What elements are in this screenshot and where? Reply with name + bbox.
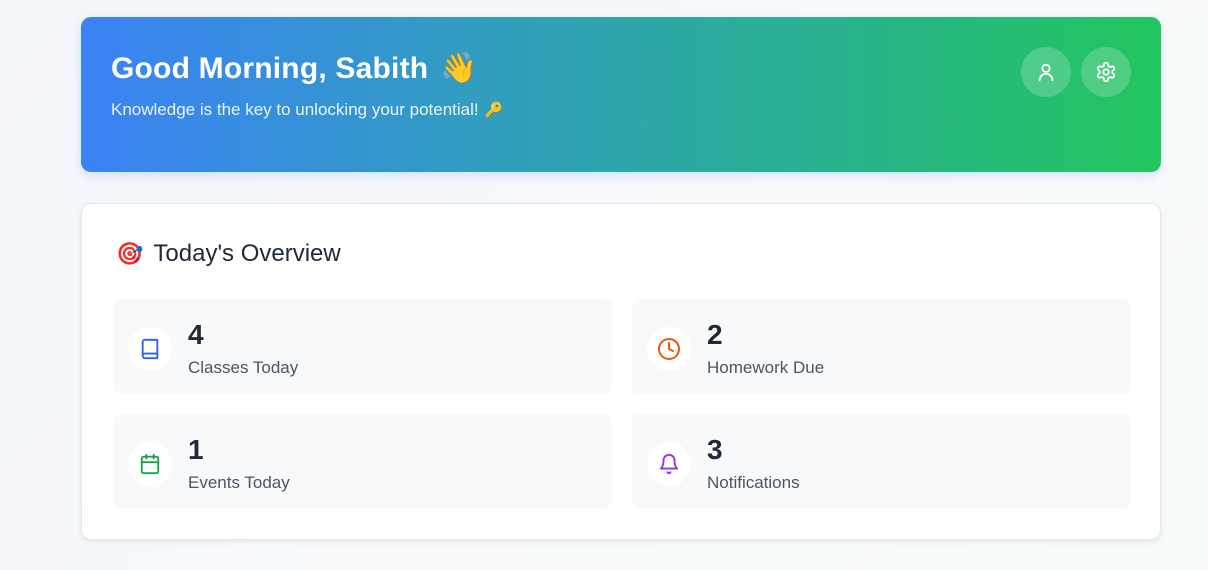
stat-icon-wrapper xyxy=(128,442,172,486)
motivational-subtitle: Knowledge is the key to unlocking your p… xyxy=(111,100,503,120)
dashboard: Good Morning, Sabith 👋 Knowledge is the … xyxy=(81,17,1161,540)
gear-icon xyxy=(1096,61,1116,83)
overview-title: Today's Overview xyxy=(153,240,341,267)
stat-homework-due[interactable]: 2 Homework Due xyxy=(632,299,1131,394)
bell-icon xyxy=(659,454,679,475)
user-icon xyxy=(1038,63,1054,82)
subtitle-text: Knowledge is the key to unlocking your p… xyxy=(111,100,479,119)
stat-events-today[interactable]: 1 Events Today xyxy=(113,414,612,508)
stat-value: 4 xyxy=(188,319,204,350)
stat-label: Homework Due xyxy=(707,358,825,377)
book-icon xyxy=(141,338,159,360)
target-icon: 🎯 xyxy=(116,241,144,267)
overview-heading: 🎯 Today's Overview xyxy=(116,240,341,268)
welcome-banner: Good Morning, Sabith 👋 Knowledge is the … xyxy=(81,17,1161,172)
stat-notifications[interactable]: 3 Notifications xyxy=(632,414,1131,508)
stat-label: Notifications xyxy=(707,473,800,492)
stat-icon-wrapper xyxy=(647,442,691,486)
stat-label: Classes Today xyxy=(188,358,299,377)
stat-value: 3 xyxy=(707,434,723,465)
banner-actions xyxy=(1021,47,1131,97)
stats-grid: 4 Classes Today 2 Homework Due 1 Events … xyxy=(113,299,1131,508)
settings-button[interactable] xyxy=(1081,47,1131,97)
waving-hand-icon: 👋 xyxy=(440,51,478,86)
stat-icon-wrapper xyxy=(647,327,691,371)
profile-button[interactable] xyxy=(1021,47,1071,97)
stat-classes-today[interactable]: 4 Classes Today xyxy=(113,299,612,394)
stat-label: Events Today xyxy=(188,473,290,492)
stat-icon-wrapper xyxy=(128,327,172,371)
greeting-heading: Good Morning, Sabith 👋 xyxy=(111,51,478,86)
greeting-text: Good Morning, Sabith xyxy=(111,51,429,85)
clock-icon xyxy=(658,338,680,360)
key-icon: 🔑 xyxy=(484,101,504,119)
stat-value: 1 xyxy=(188,434,204,465)
calendar-icon xyxy=(140,453,160,475)
stat-value: 2 xyxy=(707,319,723,350)
overview-card: 🎯 Today's Overview 4 Classes Today 2 Hom… xyxy=(81,203,1161,540)
